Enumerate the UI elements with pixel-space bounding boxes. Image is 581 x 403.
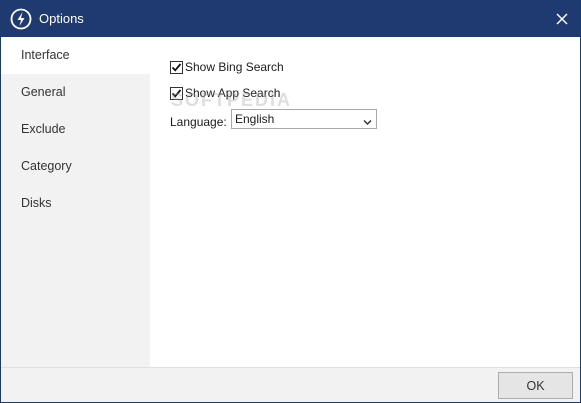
close-button[interactable] [550, 7, 574, 31]
sidebar: Interface General Exclude Category Disks [1, 37, 150, 367]
ok-button[interactable]: OK [498, 372, 573, 399]
show-app-search-checkbox[interactable] [170, 86, 183, 100]
language-select-value: English [235, 112, 275, 126]
show-bing-search-checkbox[interactable] [170, 60, 183, 74]
interface-panel: Show Bing Search Show App Search SOFTPED… [150, 37, 580, 367]
sidebar-item-disks[interactable]: Disks [1, 185, 150, 222]
sidebar-item-interface[interactable]: Interface [1, 37, 150, 74]
footer: OK [1, 367, 580, 402]
options-window: Options Interface General Exclude Catego… [0, 0, 581, 403]
sidebar-item-exclude[interactable]: Exclude [1, 111, 150, 148]
show-app-search-option[interactable]: Show App Search [170, 85, 280, 101]
sidebar-item-general[interactable]: General [1, 74, 150, 111]
show-app-search-label: Show App Search [185, 86, 281, 100]
show-bing-search-label: Show Bing Search [185, 60, 284, 74]
sidebar-item-category[interactable]: Category [1, 148, 150, 185]
checkmark-icon [171, 88, 182, 98]
show-bing-search-option[interactable]: Show Bing Search [170, 59, 284, 75]
lightning-icon [10, 8, 32, 30]
window-title: Options [39, 11, 84, 26]
chevron-down-icon [363, 115, 372, 129]
checkmark-icon [171, 62, 182, 72]
language-select[interactable]: English [231, 109, 377, 129]
title-bar: Options [1, 1, 580, 37]
language-label: Language: [170, 115, 227, 129]
close-icon [556, 13, 568, 25]
